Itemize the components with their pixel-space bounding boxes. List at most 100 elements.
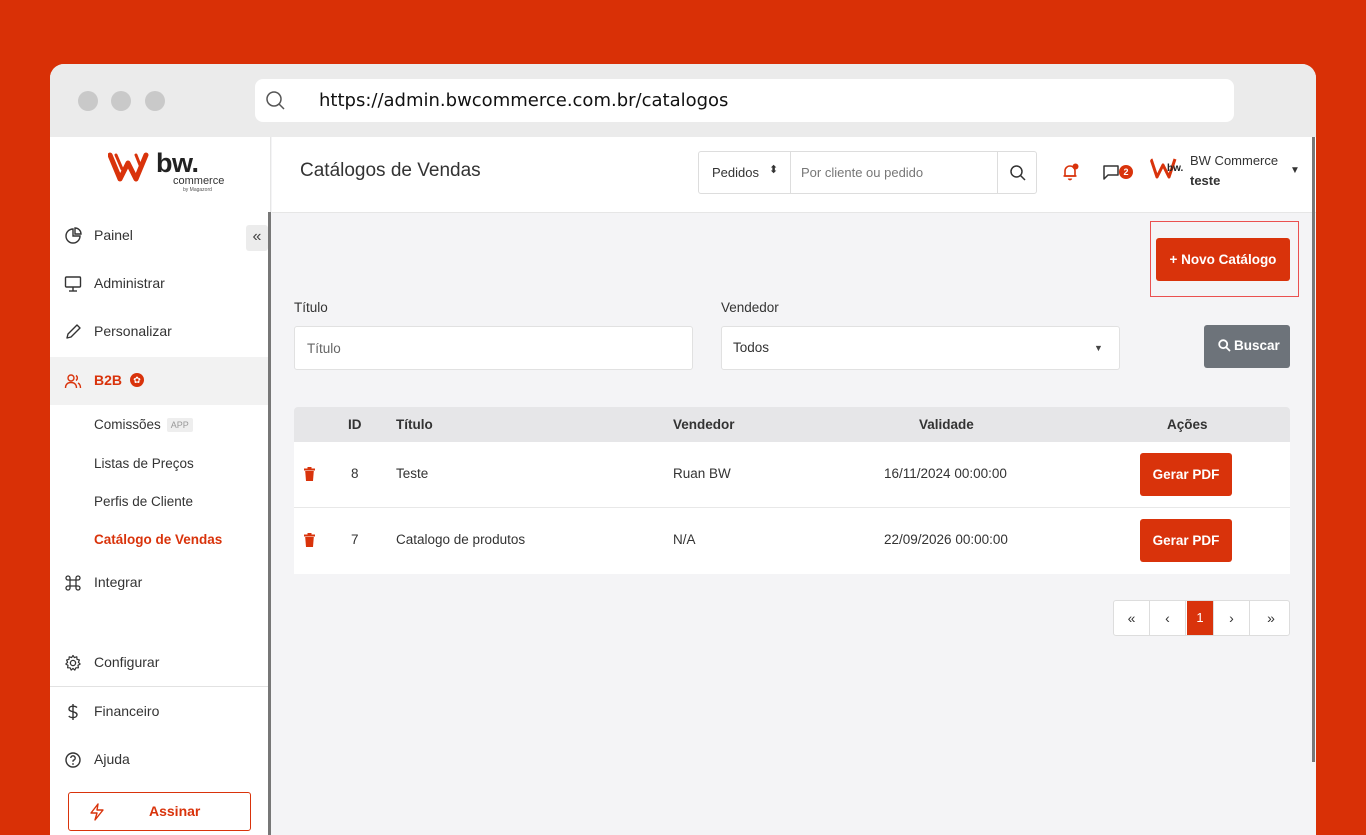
col-header-id: ID <box>348 417 362 432</box>
command-icon <box>65 575 81 591</box>
title-filter-input[interactable] <box>294 326 693 370</box>
col-header-seller: Vendedor <box>673 417 735 432</box>
bw-avatar-logo-icon: bw. <box>1149 158 1184 179</box>
sidebar-subitem-catalogo-vendas[interactable]: Catálogo de Vendas <box>94 532 222 547</box>
svg-text:bw.: bw. <box>1167 163 1184 174</box>
page-first-button[interactable]: « <box>1114 601 1150 635</box>
browser-titlebar: https://admin.bwcommerce.com.br/catalogo… <box>50 64 1316 137</box>
top-header: Catálogos de Vendas Pedidos ⬍ Por client… <box>272 137 1316 213</box>
chat-icon[interactable] <box>1102 163 1120 181</box>
cell-title: Teste <box>396 466 429 481</box>
sidebar-item-personalizar[interactable]: Personalizar <box>50 308 268 356</box>
sidebar-item-label: Ajuda <box>94 751 130 767</box>
sidebar-item-financeiro[interactable]: Financeiro <box>50 688 268 736</box>
sidebar-item-configurar[interactable]: Configurar <box>50 639 268 687</box>
page-current-button[interactable]: 1 <box>1187 601 1214 635</box>
seller-select-value: Todos <box>733 340 770 355</box>
sidebar-item-ajuda[interactable]: Ajuda <box>50 736 268 784</box>
cell-title: Catalogo de produtos <box>396 532 526 547</box>
search-button[interactable] <box>997 152 1037 193</box>
page-last-button[interactable]: » <box>1253 601 1289 635</box>
cell-seller: Ruan BW <box>673 466 731 481</box>
window-close-dot[interactable] <box>78 91 98 111</box>
app-tag: APP <box>166 418 193 433</box>
search-group: Pedidos ⬍ <box>698 151 1037 194</box>
page-next-button[interactable]: › <box>1214 601 1250 635</box>
sidebar-item-label: Integrar <box>94 574 143 590</box>
title-filter-label: Título <box>294 300 328 315</box>
user-store[interactable]: teste <box>1190 173 1220 188</box>
assinar-button[interactable]: Assinar <box>68 792 251 831</box>
cell-validity: 22/09/2026 00:00:00 <box>884 532 1008 547</box>
admin-app: bw. commerce by Magazord « Painel Admini… <box>50 137 1316 835</box>
address-bar[interactable]: https://admin.bwcommerce.com.br/catalogo… <box>255 79 1234 122</box>
trash-icon[interactable] <box>304 533 315 547</box>
sidebar-subitem-listas-precos[interactable]: Listas de Preços <box>94 456 194 471</box>
sidebar-item-label: Financeiro <box>94 703 160 719</box>
col-header-validity: Validade <box>919 417 974 432</box>
search-filter-button[interactable]: Buscar <box>1204 325 1290 368</box>
cell-seller: N/A <box>673 532 696 547</box>
sidebar: bw. commerce by Magazord « Painel Admini… <box>50 137 271 835</box>
trash-icon[interactable] <box>304 467 315 481</box>
lightning-icon <box>90 803 104 821</box>
sidebar-subitem-comissoes[interactable]: Comissões APP <box>94 417 193 433</box>
bw-logo-icon <box>108 152 149 182</box>
search-icon <box>1218 339 1231 352</box>
new-catalog-button[interactable]: + Novo Catálogo <box>1156 238 1290 281</box>
window-minimize-dot[interactable] <box>111 91 131 111</box>
search-filter-label: Buscar <box>1234 338 1280 353</box>
assinar-label: Assinar <box>149 803 201 819</box>
search-icon <box>1010 165 1026 181</box>
pie-chart-icon <box>65 227 82 244</box>
subitem-label: Comissões <box>94 417 161 432</box>
logo-sub2: by Magazord <box>183 187 212 193</box>
logo-sub: commerce <box>173 175 225 187</box>
search-type-select[interactable]: Pedidos ⬍ <box>699 152 791 193</box>
b2b-badge: ✿ <box>130 373 144 387</box>
page-title: Catálogos de Vendas <box>300 160 481 181</box>
updown-arrow-icon: ⬍ <box>769 164 779 176</box>
col-header-actions: Ações <box>1167 417 1208 432</box>
cell-validity: 16/11/2024 00:00:00 <box>884 466 1007 481</box>
generate-pdf-button[interactable]: Gerar PDF <box>1140 519 1232 562</box>
seller-filter-select[interactable]: Todos ▼ <box>721 326 1120 370</box>
url-text: https://admin.bwcommerce.com.br/catalogo… <box>319 90 729 111</box>
sidebar-scrollbar[interactable] <box>268 212 271 835</box>
sidebar-subitem-perfis-cliente[interactable]: Perfis de Cliente <box>94 494 193 509</box>
browser-window: https://admin.bwcommerce.com.br/catalogo… <box>50 64 1316 835</box>
bw-commerce-logo[interactable]: bw. commerce by Magazord <box>108 148 224 197</box>
window-scrollbar[interactable] <box>1312 137 1315 762</box>
search-input[interactable] <box>791 152 997 193</box>
table-row: 7 Catalogo de produtos N/A 22/09/2026 00… <box>294 508 1290 574</box>
page-prev-button[interactable]: ‹ <box>1150 601 1186 635</box>
user-menu-caret-icon[interactable]: ▼ <box>1290 165 1300 176</box>
pen-icon <box>66 324 81 339</box>
table-header: ID Título Vendedor Validade Ações <box>294 407 1290 442</box>
monitor-icon <box>64 276 82 292</box>
users-icon <box>64 374 82 389</box>
dollar-icon <box>68 704 78 720</box>
gear-icon <box>65 654 81 671</box>
cell-id: 7 <box>351 532 359 547</box>
sidebar-item-b2b[interactable]: B2B ✿ <box>50 357 268 405</box>
window-maximize-dot[interactable] <box>145 91 165 111</box>
seller-filter-label: Vendedor <box>721 300 779 315</box>
generate-pdf-button[interactable]: Gerar PDF <box>1140 453 1232 496</box>
sidebar-item-label: Configurar <box>94 654 160 670</box>
chevron-down-icon: ▼ <box>1094 343 1103 353</box>
sidebar-item-label: B2B <box>94 372 123 388</box>
sidebar-item-label: Administrar <box>94 275 165 291</box>
notification-bell-icon[interactable] <box>1061 162 1081 182</box>
help-icon <box>65 752 81 768</box>
main-content: + Novo Catálogo Título Vendedor Todos ▼ … <box>272 213 1316 835</box>
chat-count-badge: 2 <box>1119 165 1133 179</box>
sidebar-item-label: Painel <box>94 227 133 243</box>
sidebar-item-painel[interactable]: Painel <box>50 212 268 260</box>
sidebar-item-integrar[interactable]: Integrar <box>50 559 268 607</box>
col-header-title: Título <box>396 417 433 432</box>
avatar[interactable]: bw. <box>1148 151 1184 187</box>
user-name[interactable]: BW Commerce <box>1190 153 1278 168</box>
sidebar-item-administrar[interactable]: Administrar <box>50 260 268 308</box>
sidebar-item-label: Personalizar <box>94 323 172 339</box>
